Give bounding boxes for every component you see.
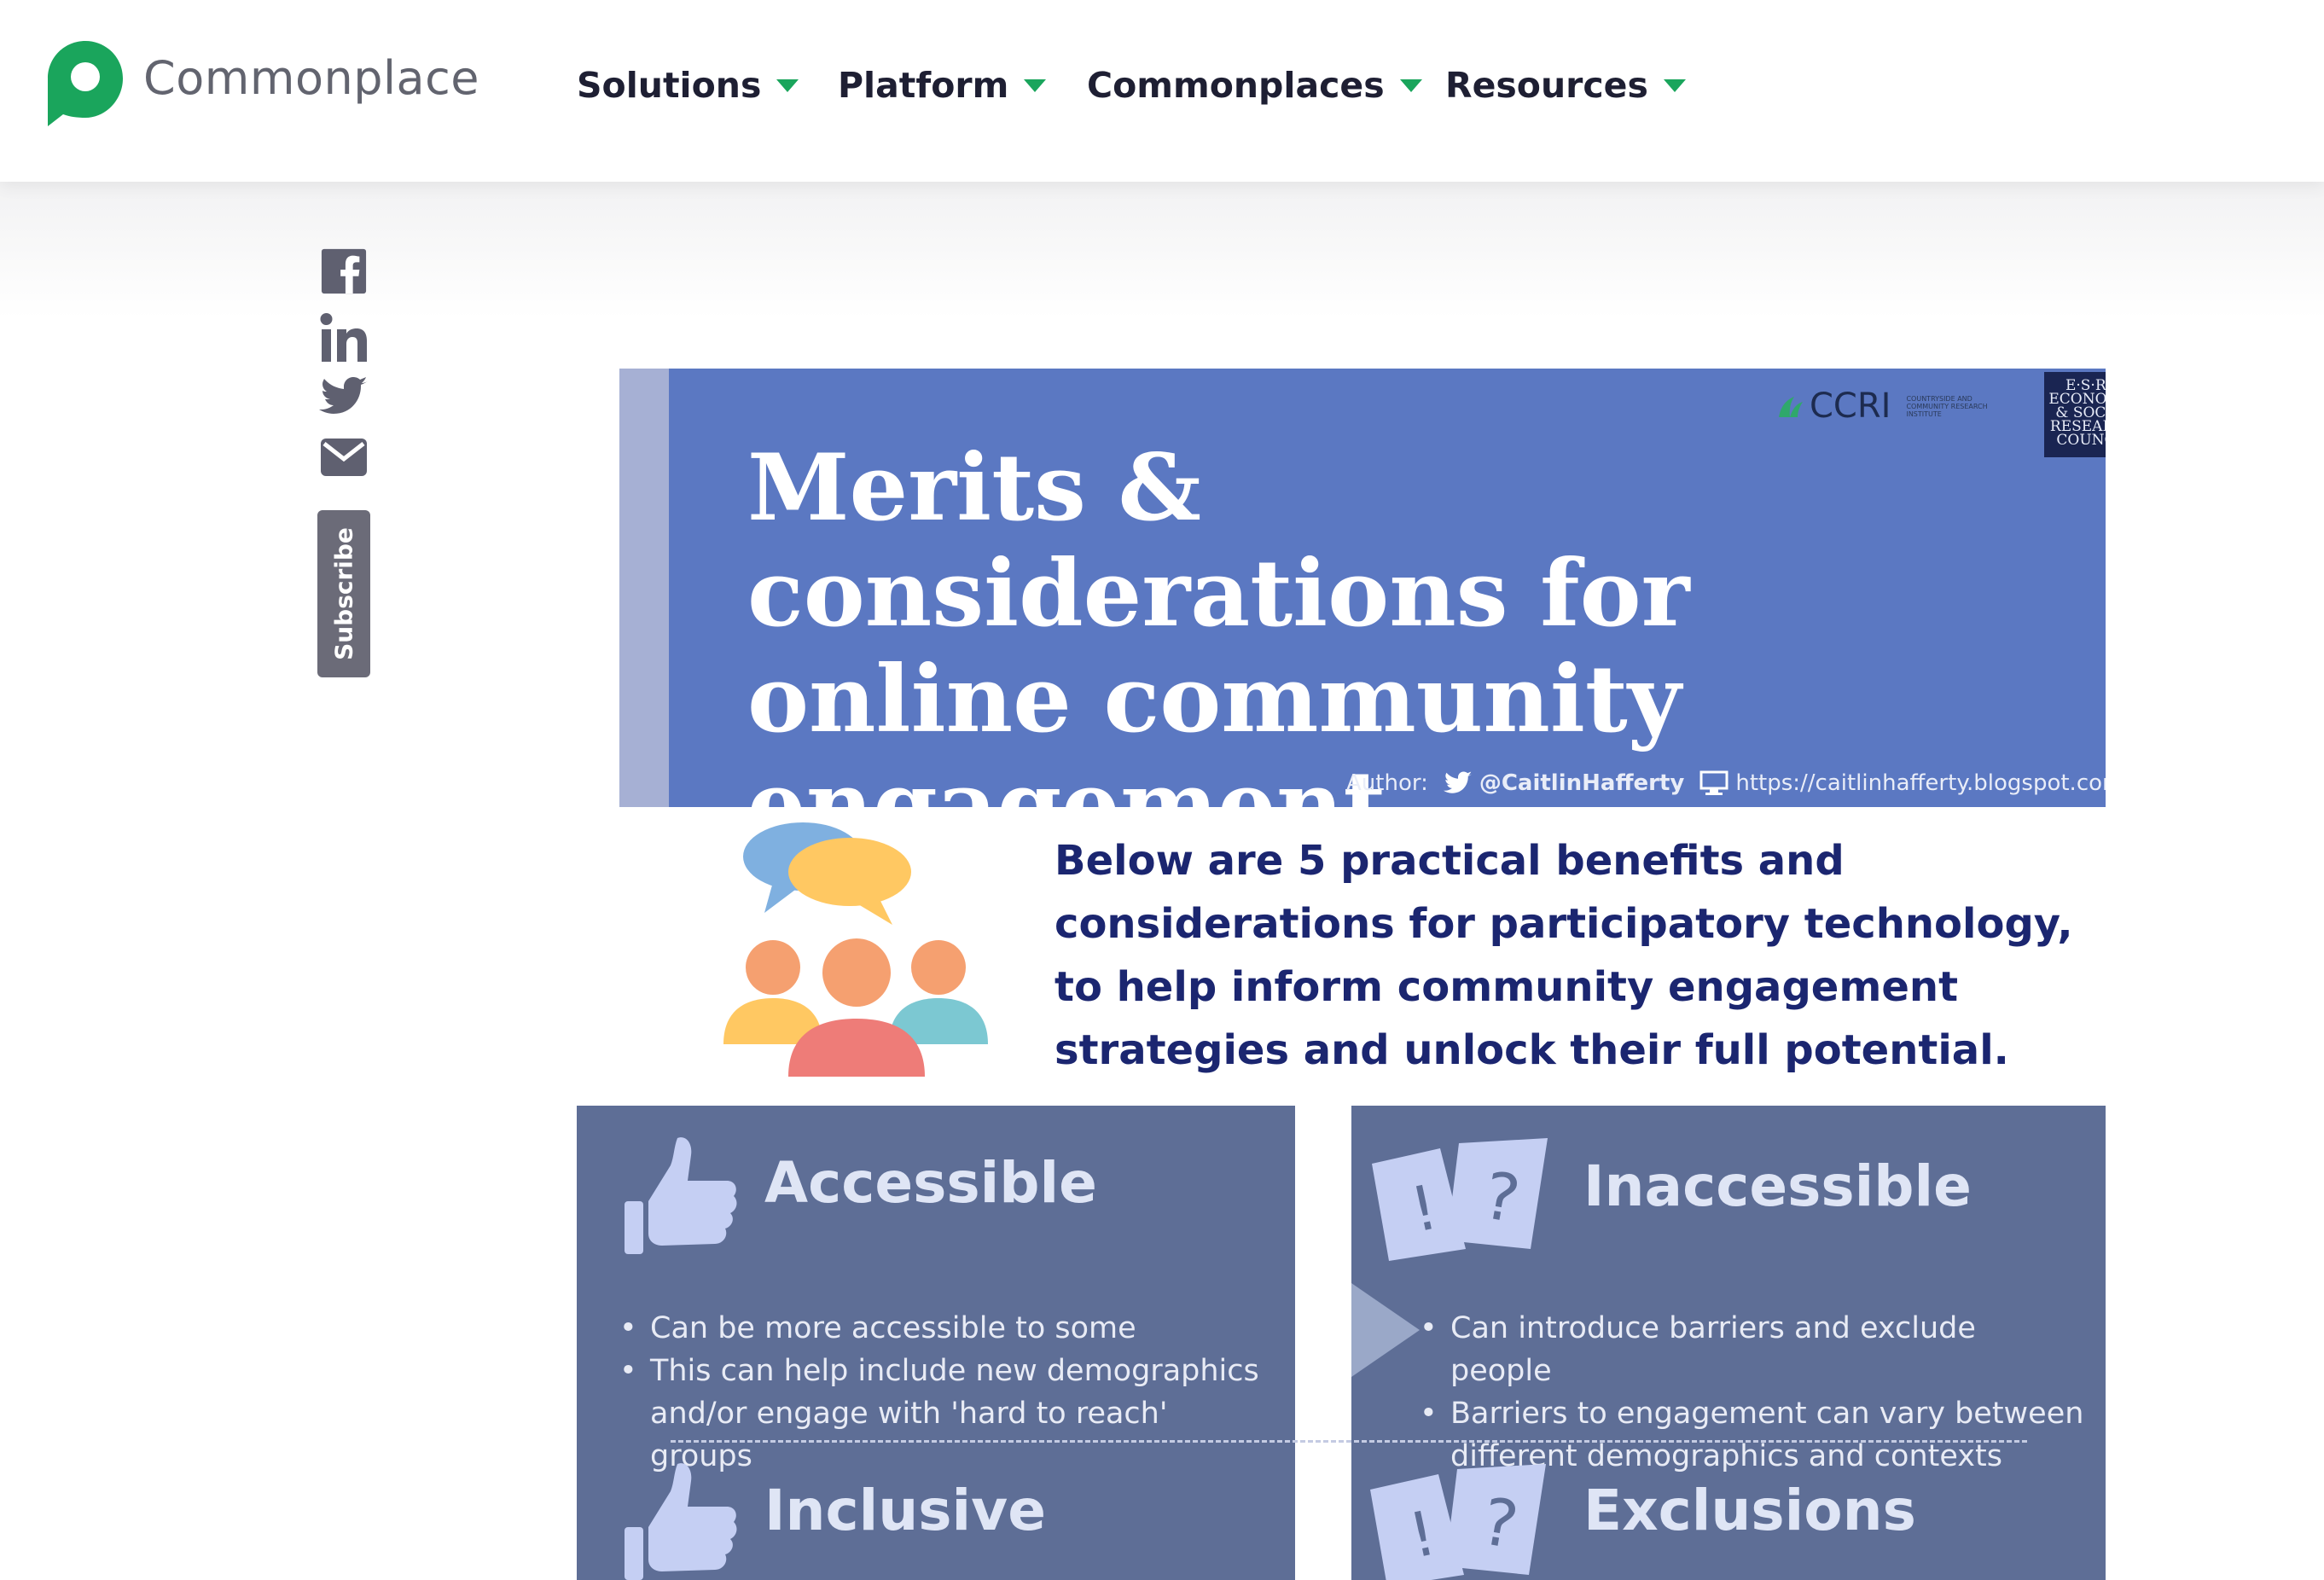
panel-inaccessible: ! ? Inaccessible Can introduce barriers … [1351,1106,2106,1580]
chevron-down-icon [1399,79,1422,92]
nav-solutions-label: Solutions [577,65,762,106]
infographic-banner: Merits & considerations for online commu… [619,369,2106,858]
thumbs-up-icon [625,1463,737,1580]
commonplace-logo-icon[interactable] [46,39,125,128]
nav-commonplaces[interactable]: Commonplaces [1087,60,1424,111]
chevron-down-icon [1663,79,1686,92]
question-exclamation-icon: ! ? [1370,1464,1546,1580]
brand-name[interactable]: Commonplace [143,51,479,105]
author-url: https://caitlinhafferty.blogspot.com [1735,770,2106,796]
esrc-logo: E·S·R·C ECONOMIC & SOCIAL RESEARCH COUNC… [2044,372,2106,457]
thumbs-up-icon [625,1137,737,1254]
heading-inclusive: Inclusive [764,1478,1046,1543]
author-label: Author: [1346,770,1428,796]
heading-accessible: Accessible [764,1150,1097,1216]
list-item: Can introduce barriers and exclude peopl… [1420,1307,2085,1392]
ccri-text: CCRI [1810,386,1891,426]
dashed-divider [671,1440,2027,1443]
list-item: Can be more accessible to some [619,1307,1268,1350]
email-icon[interactable] [319,437,369,478]
heading-inaccessible: Inaccessible [1583,1153,1972,1219]
nav-resources-label: Resources [1445,65,1648,106]
leaf-icon [1779,397,1803,417]
subscribe-button[interactable]: Subscribe [317,510,370,677]
twitter-icon[interactable] [319,375,369,418]
nav-platform-label: Platform [838,65,1009,106]
author-handle: @CaitlinHafferty [1479,770,1685,796]
infographic-image: Merits & considerations for online commu… [577,369,2106,1580]
twitter-icon [1443,771,1473,793]
computer-icon [1699,770,1728,795]
banner-stripe [619,369,669,807]
ccri-subtext: COUNTRYSIDE AND COMMUNITY RESEARCH INSTI… [1906,394,1988,418]
nav-resources[interactable]: Resources [1445,60,1688,111]
inaccessible-bullets: Can introduce barriers and exclude peopl… [1420,1307,2085,1478]
share-bar [316,247,372,478]
intro-text: Below are 5 practical benefits and consi… [1055,837,2073,1074]
ccri-logo: CCRI COUNTRYSIDE AND COMMUNITY RESEARCH … [1775,380,2000,432]
community-people-icon [723,822,988,1077]
chevron-down-icon [776,79,799,92]
site-header: Commonplace Solutions Platform Commonpla… [0,0,2324,182]
linkedin-icon[interactable] [319,312,369,363]
nav-platform[interactable]: Platform [838,60,1048,111]
accessible-bullets: Can be more accessible to some This can … [619,1307,1268,1478]
panel-accessible: Accessible Can be more accessible to som… [577,1106,1295,1580]
arrow-right-icon [1351,1283,1420,1377]
subscribe-label: Subscribe [329,527,358,660]
facebook-icon[interactable] [319,247,369,295]
nav-commonplaces-label: Commonplaces [1087,65,1385,106]
author-line: Author: @CaitlinHafferty https://caitlin… [1346,766,2106,800]
chevron-down-icon [1024,79,1047,92]
nav-solutions[interactable]: Solutions [577,60,800,111]
heading-exclusions: Exclusions [1583,1478,1916,1543]
question-exclamation-icon: ! ? [1372,1138,1548,1261]
